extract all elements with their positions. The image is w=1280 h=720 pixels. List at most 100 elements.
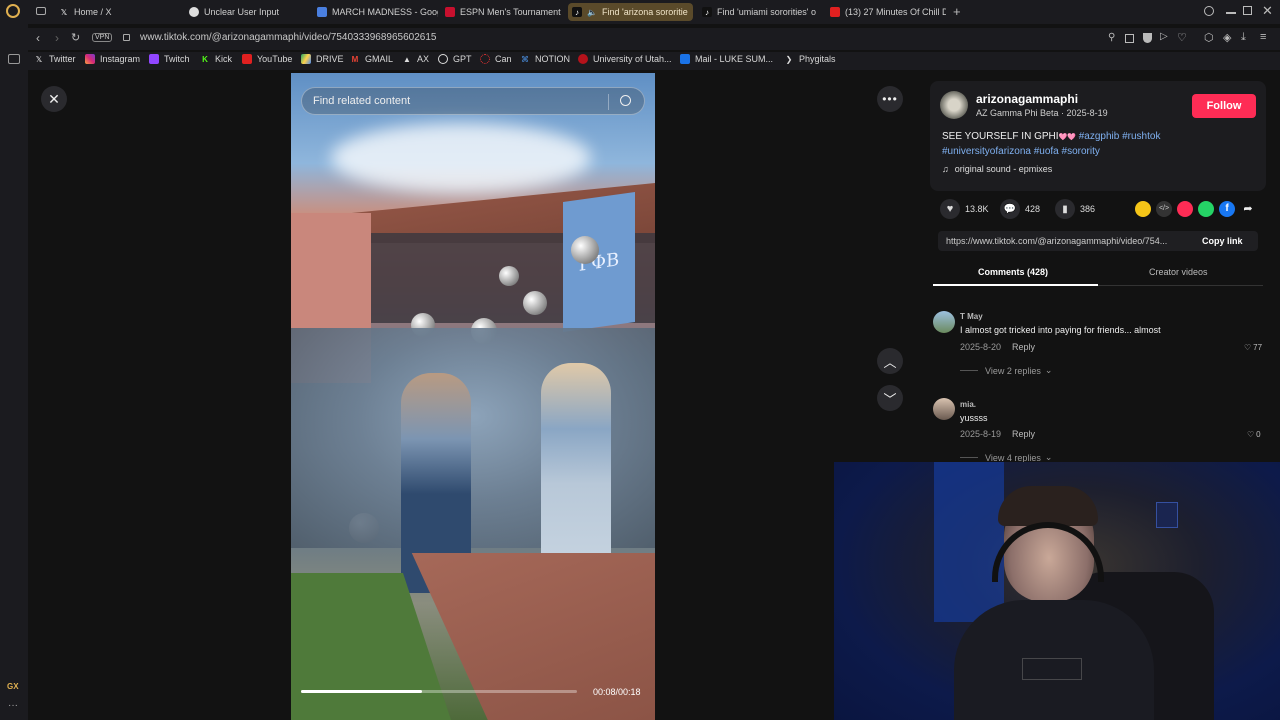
reload-icon[interactable]: ↻ xyxy=(71,31,80,44)
username[interactable]: arizonagammaphi xyxy=(976,92,1078,106)
view-replies[interactable]: View 2 replies ⌄ xyxy=(960,365,1052,376)
bookmark-twitch[interactable]: Twitch xyxy=(149,54,190,64)
share-arrow-icon[interactable]: ➦ xyxy=(1240,201,1256,217)
tab-home-x[interactable]: 𝕏 Home / X xyxy=(55,3,180,21)
pin-icon[interactable]: ⚲ xyxy=(1108,32,1115,43)
comment-avatar[interactable] xyxy=(933,398,955,420)
heart-outline-icon: ♡ xyxy=(1244,343,1252,352)
related-search-bar[interactable]: Find related content xyxy=(301,87,645,115)
bookmark-phygitals[interactable]: ❯ Phygitals xyxy=(784,54,836,64)
tab-find-arizona-sororities[interactable]: ♪ 🔈 Find 'arizona sororitie xyxy=(568,3,693,21)
bookmark-mail[interactable]: Mail - LUKE SUM... xyxy=(680,54,773,64)
bookmark-kick[interactable]: K Kick xyxy=(200,54,232,64)
avatar[interactable] xyxy=(940,91,968,119)
bookmark-twitter[interactable]: 𝕏 Twitter xyxy=(34,54,76,64)
url-input[interactable]: www.tiktok.com/@arizonagammaphi/video/75… xyxy=(140,32,436,43)
tab-find-umiami-sororities[interactable]: ♪ Find 'umiami sororities' o xyxy=(698,3,823,21)
play-icon[interactable]: ▷ xyxy=(1160,31,1168,42)
progress-track[interactable] xyxy=(301,690,577,693)
forward-icon[interactable]: › xyxy=(55,31,59,45)
replies-line xyxy=(960,370,978,371)
heart-bookmark-icon[interactable]: ♡ xyxy=(1177,31,1187,44)
tab-espn[interactable]: ESPN Men's Tournament xyxy=(441,3,561,21)
bookmark-instagram[interactable]: Instagram xyxy=(85,54,140,64)
author-meta: AZ Gamma Phi Beta · 2025-8-19 xyxy=(976,108,1108,118)
sidebar-more-icon[interactable]: ··· xyxy=(8,700,18,711)
bookmark-notion[interactable]: ⌘ NOTION xyxy=(520,54,570,64)
docs-icon xyxy=(317,7,327,17)
youtube-icon xyxy=(830,7,840,17)
download-icon[interactable]: ⤓ xyxy=(1241,31,1246,44)
like-action[interactable]: ♥ 13.8K xyxy=(940,199,989,219)
shield-icon[interactable] xyxy=(1143,33,1152,43)
bookmark-label: Phygitals xyxy=(799,54,836,64)
bookmark-youtube[interactable]: YouTube xyxy=(242,54,292,64)
comment-action[interactable]: 💬 428 xyxy=(1000,199,1040,219)
bookmark-label: GMAIL xyxy=(365,54,394,64)
more-options-button[interactable]: ••• xyxy=(877,86,903,112)
maximize-icon[interactable] xyxy=(1243,6,1252,15)
new-tab-plus-icon[interactable]: + xyxy=(953,4,961,19)
back-icon[interactable]: ‹ xyxy=(36,31,40,45)
comment-text: yussss xyxy=(960,413,988,423)
whatsapp-icon[interactable] xyxy=(1198,201,1214,217)
previous-video-button[interactable]: ︿ xyxy=(877,348,903,374)
post-link[interactable]: https://www.tiktok.com/@arizonagammaphi/… xyxy=(946,236,1190,246)
tab-overview-icon[interactable] xyxy=(36,7,46,15)
video-player[interactable]: ΓΦΒ 00:08/00:18 xyxy=(291,73,655,720)
comment-like[interactable]: ♡ 0 xyxy=(1247,430,1261,439)
close-video-button[interactable]: ✕ xyxy=(41,86,67,112)
copy-link-button[interactable]: Copy link xyxy=(1202,236,1243,246)
hashtags-line1[interactable]: #azgphib #rushtok xyxy=(1079,131,1161,142)
bookmark-gpt[interactable]: GPT xyxy=(438,54,472,64)
bookmark-drive[interactable]: DRIVE xyxy=(301,54,344,64)
minimize-icon[interactable] xyxy=(1226,12,1236,14)
reply-button[interactable]: Reply xyxy=(1012,429,1035,439)
comment-author[interactable]: T May xyxy=(960,312,983,321)
disco-ball xyxy=(571,236,599,264)
search-tabs-icon[interactable] xyxy=(1204,6,1214,16)
hashtags-line2[interactable]: #universityofarizona #uofa #sorority xyxy=(942,146,1100,157)
extensions-icon[interactable]: ⬡ xyxy=(1204,31,1214,44)
save-action[interactable]: ▮ 386 xyxy=(1055,199,1095,219)
comment-avatar[interactable] xyxy=(933,311,955,333)
menu-icon[interactable]: ≡ xyxy=(1260,31,1266,43)
more-icon: ••• xyxy=(882,92,898,106)
bookmark-can[interactable]: Can xyxy=(480,54,512,64)
search-icon[interactable] xyxy=(620,95,631,106)
bookmark-label: University of Utah... xyxy=(593,54,672,64)
tab-creator-videos[interactable]: Creator videos xyxy=(1149,267,1208,277)
tab-comments[interactable]: Comments (428) xyxy=(978,267,1048,277)
search-input[interactable]: Find related content xyxy=(313,95,410,107)
bookmark-gmail[interactable]: M GMAIL xyxy=(350,54,393,64)
repost-icon[interactable] xyxy=(1135,201,1151,217)
tab-youtube-chill[interactable]: (13) 27 Minutes Of Chill De xyxy=(826,3,946,21)
comment-like[interactable]: ♡ 77 xyxy=(1244,343,1262,352)
replies-line xyxy=(960,457,978,458)
facebook-icon[interactable]: f xyxy=(1219,201,1235,217)
tab-unclear-user-input[interactable]: Unclear User Input xyxy=(185,3,310,21)
wallet-icon[interactable]: ◈ xyxy=(1223,31,1231,44)
vpn-badge[interactable]: VPN xyxy=(92,33,113,42)
sidebar-gx-label[interactable]: GX xyxy=(7,682,19,691)
send-icon[interactable] xyxy=(1177,201,1193,217)
comment-like-count: 0 xyxy=(1256,430,1261,439)
embed-icon[interactable]: </> xyxy=(1156,201,1172,217)
bookmark-label: Twitch xyxy=(164,54,190,64)
reply-button[interactable]: Reply xyxy=(1012,342,1035,352)
speaker-icon[interactable]: 🔈 xyxy=(587,7,597,17)
sound-row[interactable]: ♫ original sound - epmixes xyxy=(942,164,1052,174)
sidebar-profile-icon[interactable] xyxy=(8,54,20,64)
snapshot-icon[interactable] xyxy=(1125,34,1134,43)
comment-author[interactable]: mia. xyxy=(960,400,976,409)
opera-logo-icon[interactable] xyxy=(6,4,20,18)
tab-march-madness[interactable]: MARCH MADNESS - Goog xyxy=(313,3,438,21)
bookmark-university-of-utah[interactable]: University of Utah... xyxy=(578,54,672,64)
bookmarks-bar: 𝕏 Twitter Instagram Twitch K Kick YouTube … xyxy=(28,52,1280,70)
close-window-icon[interactable]: ✕ xyxy=(1262,3,1273,19)
display-name: AZ Gamma Phi Beta xyxy=(976,108,1059,118)
heart-outline-icon: ♡ xyxy=(1247,430,1255,439)
bookmark-ax[interactable]: ▲ AX xyxy=(402,54,429,64)
next-video-button[interactable]: ﹀ xyxy=(877,385,903,411)
follow-button[interactable]: Follow xyxy=(1192,94,1256,118)
